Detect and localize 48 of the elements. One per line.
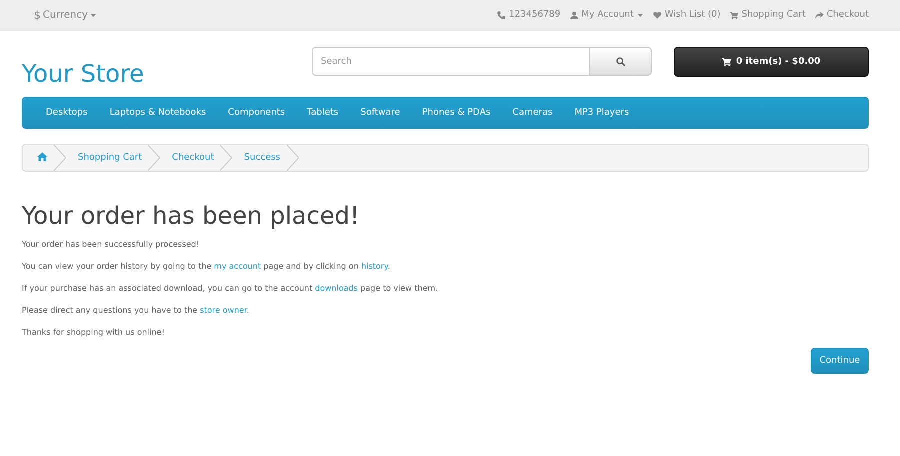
checkout-link[interactable]: Checkout [814,10,869,20]
message-text: You can view your order history by going to the my account page and by clicking on history. [22,262,392,271]
text-link[interactable]: my account [214,262,262,271]
text-link[interactable]: history [361,262,388,271]
message-text: If your purchase has an associated download, you can go to the account downloads page to view them. [22,284,440,293]
breadcrumb-link[interactable]: Shopping Cart [78,153,142,163]
heart-icon [652,10,662,20]
home-icon [37,152,48,162]
menu-item[interactable]: Cameras [502,108,564,118]
text-link[interactable]: store owner [200,306,247,315]
menu-item[interactable]: Software [350,108,412,118]
caret-icon [90,12,98,18]
phone-icon [497,10,506,20]
breadcrumb-separator [148,145,160,171]
menu-item[interactable]: Desktops [35,108,99,118]
cart-icon [722,57,732,67]
share-icon [814,10,824,20]
breadcrumb-separator [54,145,66,171]
account-link[interactable]: My Account [570,10,644,20]
menu-item[interactable]: Tablets [296,108,350,118]
wishlist-link[interactable]: Wish List (0) [652,10,721,20]
message-text: Thanks for shopping with us online! [22,328,166,337]
cart-button[interactable]: 0 item(s) - $0.00 [674,47,869,77]
store-logo[interactable]: Your Store [22,60,312,88]
message-text: Please direct any questions you have to the store owner. [22,306,250,315]
user-icon [570,10,579,20]
breadcrumb-link[interactable]: Success [244,153,280,163]
text-link[interactable]: downloads [315,284,358,293]
search-icon [616,56,626,66]
menu-item[interactable]: Components [217,108,296,118]
menu-item[interactable]: Laptops & Notebooks [98,108,218,118]
caret-icon [636,12,644,18]
cart-icon [730,10,739,20]
breadcrumb-separator [220,145,232,171]
search-button[interactable] [590,47,652,76]
breadcrumb-link[interactable]: Checkout [172,153,214,163]
home-link[interactable] [37,152,48,164]
menu-item[interactable]: Phones & PDAs [411,108,502,118]
page-title: Your order has been placed! [22,202,361,230]
menu-item[interactable]: MP3 Players [564,108,640,118]
currency-symbol: $ [34,8,41,22]
search-field[interactable]: Search [312,47,590,76]
currency-dropdown[interactable]: $ Currency [34,8,98,22]
breadcrumb-separator [286,145,298,171]
continue-button[interactable]: Continue [811,348,869,374]
phone-link[interactable]: 123456789 [497,10,561,20]
message-text: Your order has been successfully processed! [22,240,201,249]
cart-link[interactable]: Shopping Cart [730,10,806,20]
